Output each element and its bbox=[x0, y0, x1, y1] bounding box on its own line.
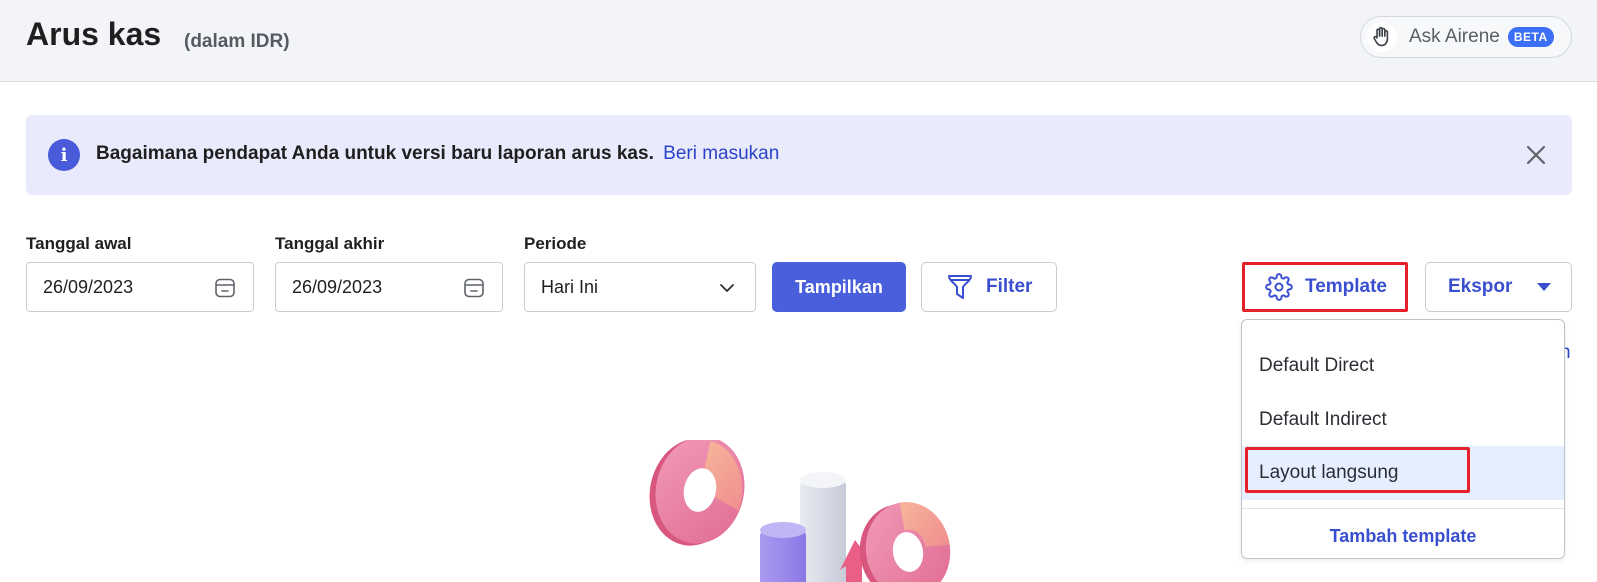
period-label: Periode bbox=[524, 234, 587, 253]
start-date-input[interactable]: 26/09/2023 bbox=[26, 262, 254, 312]
show-button[interactable]: Tampilkan bbox=[772, 262, 906, 312]
currency-subtitle: (dalam IDR) bbox=[184, 31, 290, 52]
calendar-icon[interactable] bbox=[213, 276, 237, 300]
export-button[interactable]: Ekspor bbox=[1425, 262, 1572, 312]
chevron-down-icon bbox=[720, 284, 734, 292]
banner-text: Bagaimana pendapat Anda untuk versi baru… bbox=[96, 143, 654, 164]
template-option-default-indirect[interactable]: Default Indirect bbox=[1242, 393, 1564, 447]
ask-airene-label: Ask Airene bbox=[1409, 26, 1500, 47]
template-option-default-direct[interactable]: Default Direct bbox=[1242, 339, 1564, 393]
template-button-label: Template bbox=[1305, 276, 1388, 297]
close-banner-button[interactable] bbox=[1522, 141, 1550, 169]
page: Arus kas (dalam IDR) Ask Airene BETA i B… bbox=[0, 0, 1597, 582]
template-option-layout-langsung[interactable]: Layout langsung bbox=[1242, 446, 1564, 500]
feedback-link[interactable]: Beri masukan bbox=[663, 143, 779, 164]
end-date-value: 26/09/2023 bbox=[292, 277, 383, 297]
template-button[interactable]: Template bbox=[1242, 262, 1408, 312]
start-date-label: Tanggal awal bbox=[26, 234, 132, 253]
export-button-label: Ekspor bbox=[1448, 276, 1513, 297]
end-date-label: Tanggal akhir bbox=[275, 234, 385, 253]
ask-airene-button[interactable]: Ask Airene BETA bbox=[1360, 16, 1572, 58]
close-icon bbox=[1526, 145, 1546, 165]
banner-message: Bagaimana pendapat Anda untuk versi baru… bbox=[96, 143, 779, 165]
bar-shape bbox=[760, 522, 806, 582]
calendar-icon[interactable] bbox=[462, 276, 486, 300]
gear-icon bbox=[1265, 273, 1293, 301]
add-template-button[interactable]: Tambah template bbox=[1242, 516, 1564, 556]
bar-shape bbox=[800, 472, 846, 582]
hand-icon bbox=[1367, 22, 1397, 52]
page-title: Arus kas bbox=[26, 16, 162, 52]
period-select[interactable]: Hari Ini bbox=[524, 262, 756, 312]
empty-state-illustration bbox=[649, 440, 951, 582]
page-header: Arus kas (dalam IDR) Ask Airene BETA bbox=[0, 0, 1597, 82]
dropdown-divider bbox=[1242, 508, 1564, 509]
start-date-value: 26/09/2023 bbox=[43, 277, 134, 297]
feedback-banner: i Bagaimana pendapat Anda untuk versi ba… bbox=[26, 115, 1572, 195]
filter-button[interactable]: Filter bbox=[921, 262, 1057, 312]
caret-down-icon bbox=[1537, 283, 1552, 291]
donut-shape bbox=[649, 440, 745, 546]
beta-badge: BETA bbox=[1507, 27, 1554, 47]
info-icon: i bbox=[48, 139, 80, 171]
period-value: Hari Ini bbox=[541, 277, 599, 297]
filter-button-label: Filter bbox=[986, 276, 1033, 297]
filter-icon bbox=[948, 275, 972, 299]
donut-shape bbox=[859, 502, 951, 582]
template-dropdown: Default Direct Default Indirect Layout l… bbox=[1241, 319, 1565, 559]
end-date-input[interactable]: 26/09/2023 bbox=[275, 262, 503, 312]
